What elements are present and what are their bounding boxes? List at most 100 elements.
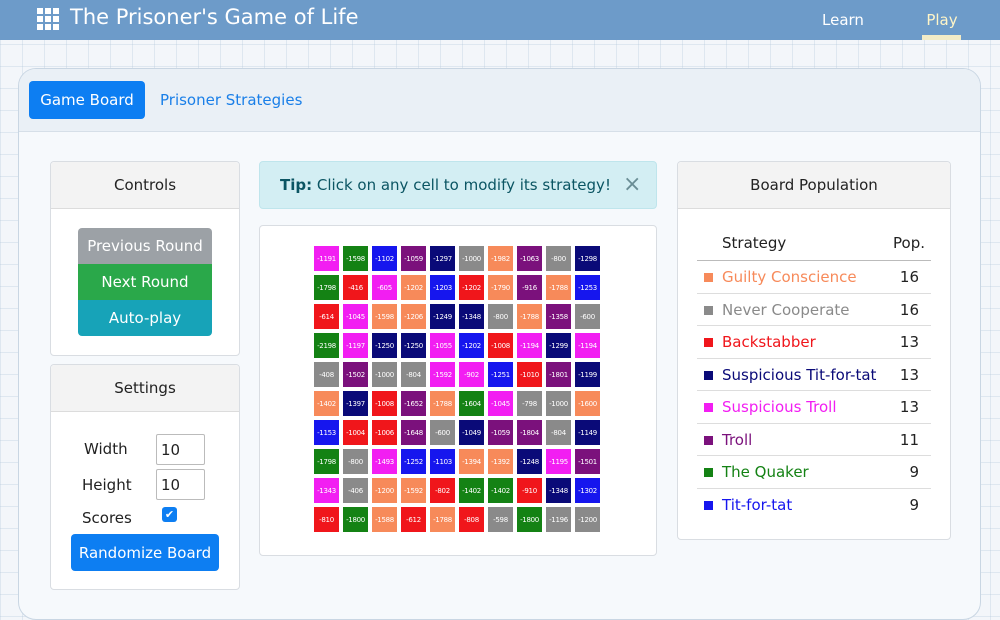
board-cell[interactable]: -1788 (546, 275, 571, 300)
board-cell[interactable]: -1598 (372, 304, 397, 329)
board-cell[interactable]: -1501 (575, 449, 600, 474)
width-input[interactable] (156, 434, 205, 465)
board-cell[interactable]: -1202 (459, 333, 484, 358)
board-cell[interactable]: -1102 (372, 246, 397, 271)
board-cell[interactable]: -1006 (372, 420, 397, 445)
board-cell[interactable]: -808 (459, 507, 484, 532)
board-cell[interactable]: -798 (517, 391, 542, 416)
board-cell[interactable]: -1299 (546, 333, 571, 358)
board-cell[interactable]: -1801 (546, 362, 571, 387)
board-cell[interactable]: -1297 (430, 246, 455, 271)
board-cell[interactable]: -1049 (459, 420, 484, 445)
board-cell[interactable]: -1059 (401, 246, 426, 271)
board-cell[interactable]: -1196 (546, 507, 571, 532)
board-cell[interactable]: -1203 (430, 275, 455, 300)
board-cell[interactable]: -802 (430, 478, 455, 503)
board-cell[interactable]: -1250 (401, 333, 426, 358)
board-cell[interactable]: -1063 (517, 246, 542, 271)
board-cell[interactable]: -1010 (517, 362, 542, 387)
board-cell[interactable]: -1206 (401, 304, 426, 329)
board-cell[interactable]: -1202 (459, 275, 484, 300)
board-cell[interactable]: -800 (546, 246, 571, 271)
board-cell[interactable]: -1348 (546, 478, 571, 503)
board-cell[interactable]: -1358 (546, 304, 571, 329)
board-cell[interactable]: -1253 (575, 275, 600, 300)
board-cell[interactable]: -810 (314, 507, 339, 532)
board-cell[interactable]: -1194 (575, 333, 600, 358)
board-cell[interactable]: -902 (459, 362, 484, 387)
board-cell[interactable]: -1249 (430, 304, 455, 329)
board-cell[interactable]: -1055 (430, 333, 455, 358)
board-cell[interactable]: -406 (343, 478, 368, 503)
board-cell[interactable]: -605 (372, 275, 397, 300)
board-cell[interactable]: -1798 (314, 449, 339, 474)
board-cell[interactable]: -598 (488, 507, 513, 532)
board-cell[interactable]: -1250 (372, 333, 397, 358)
board-cell[interactable]: -1402 (459, 478, 484, 503)
randomize-board-button[interactable]: Randomize Board (71, 534, 219, 571)
board-cell[interactable]: -1197 (343, 333, 368, 358)
board-cell[interactable]: -1394 (459, 449, 484, 474)
board-cell[interactable]: -1592 (430, 362, 455, 387)
board-cell[interactable]: -1800 (517, 507, 542, 532)
board-cell[interactable]: -600 (430, 420, 455, 445)
board-cell[interactable]: -1149 (575, 420, 600, 445)
board-cell[interactable]: -1392 (488, 449, 513, 474)
board-cell[interactable]: -1648 (401, 420, 426, 445)
board-cell[interactable]: -800 (488, 304, 513, 329)
board-cell[interactable]: -1200 (372, 478, 397, 503)
board-cell[interactable]: -1248 (517, 449, 542, 474)
board-cell[interactable]: -1982 (488, 246, 513, 271)
board-cell[interactable]: -1194 (517, 333, 542, 358)
board-cell[interactable]: -1790 (488, 275, 513, 300)
board-cell[interactable]: -1191 (314, 246, 339, 271)
tab-prisoner-strategies[interactable]: Prisoner Strategies (160, 91, 302, 109)
auto-play-button[interactable]: Auto-play (78, 300, 212, 336)
board-cell[interactable]: -1397 (343, 391, 368, 416)
next-round-button[interactable]: Next Round (78, 264, 212, 300)
board-cell[interactable]: -1348 (459, 304, 484, 329)
board-cell[interactable]: -804 (401, 362, 426, 387)
board-cell[interactable]: -1153 (314, 420, 339, 445)
nav-learn-link[interactable]: Learn (822, 11, 864, 29)
board-cell[interactable]: -1493 (372, 449, 397, 474)
board-cell[interactable]: -1059 (488, 420, 513, 445)
board-cell[interactable]: -804 (546, 420, 571, 445)
board-cell[interactable]: -1652 (401, 391, 426, 416)
board-cell[interactable]: -1502 (343, 362, 368, 387)
board-cell[interactable]: -1202 (401, 275, 426, 300)
board-cell[interactable]: -1008 (488, 333, 513, 358)
board-cell[interactable]: -1592 (401, 478, 426, 503)
board-cell[interactable]: -1343 (314, 478, 339, 503)
board-cell[interactable]: -1804 (517, 420, 542, 445)
board-cell[interactable]: -1800 (343, 507, 368, 532)
board-cell[interactable]: -1195 (546, 449, 571, 474)
board-cell[interactable]: -614 (314, 304, 339, 329)
board-cell[interactable]: -1004 (343, 420, 368, 445)
board-cell[interactable]: -1298 (575, 246, 600, 271)
board-cell[interactable]: -1251 (488, 362, 513, 387)
board-cell[interactable]: -416 (343, 275, 368, 300)
board-cell[interactable]: -408 (314, 362, 339, 387)
board-cell[interactable]: -1000 (546, 391, 571, 416)
board-cell[interactable]: -1588 (372, 507, 397, 532)
scores-checkbox[interactable]: ✔ (162, 507, 177, 522)
board-cell[interactable]: -916 (517, 275, 542, 300)
height-input[interactable] (156, 469, 205, 500)
board-cell[interactable]: -1798 (314, 275, 339, 300)
board-cell[interactable]: -1788 (517, 304, 542, 329)
board-cell[interactable]: -1008 (372, 391, 397, 416)
board-cell[interactable]: -1402 (314, 391, 339, 416)
board-cell[interactable]: -1000 (372, 362, 397, 387)
board-cell[interactable]: -600 (575, 304, 600, 329)
board-cell[interactable]: -1199 (575, 362, 600, 387)
board-cell[interactable]: -1788 (430, 391, 455, 416)
board-cell[interactable]: -1045 (488, 391, 513, 416)
board-cell[interactable]: -800 (343, 449, 368, 474)
board-cell[interactable]: -1103 (430, 449, 455, 474)
board-cell[interactable]: -1252 (401, 449, 426, 474)
board-cell[interactable]: -910 (517, 478, 542, 503)
board-cell[interactable]: -1200 (575, 507, 600, 532)
board-cell[interactable]: -1045 (343, 304, 368, 329)
board-cell[interactable]: -612 (401, 507, 426, 532)
